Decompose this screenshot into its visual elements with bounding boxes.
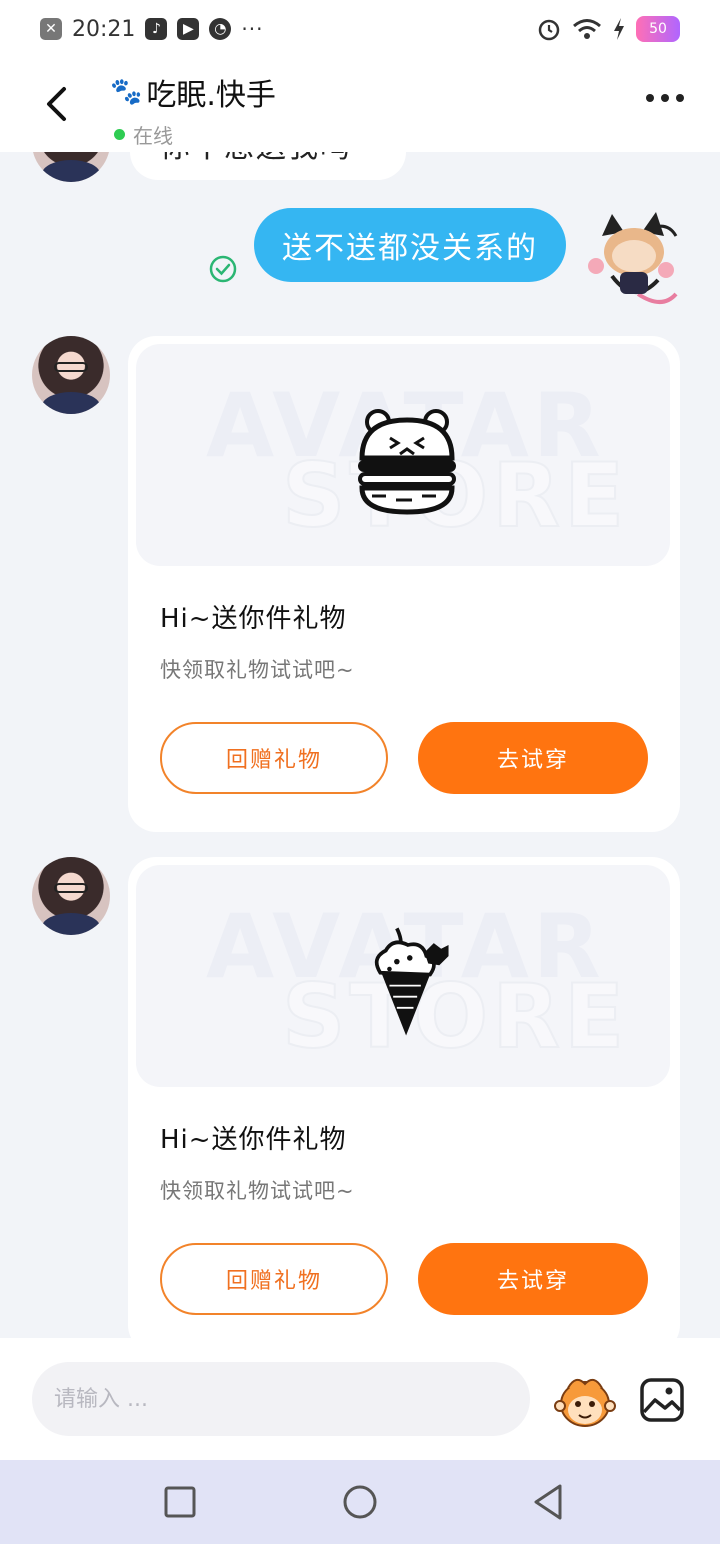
image-picker-icon[interactable]: [638, 1376, 686, 1424]
contact-name: 吃眠.快手: [146, 78, 276, 113]
gift-title: Hi~送你件礼物: [160, 604, 347, 634]
chat-messages[interactable]: 你不想送我吗 送不送都没关系的 AVATAR STORE: [0, 152, 720, 1338]
speed-icon: ◔: [209, 18, 232, 40]
close-notification-icon: ✕: [40, 18, 62, 40]
gift-preview: AVATAR STORE: [136, 344, 670, 566]
collar-shape: [42, 392, 100, 414]
try-on-button[interactable]: 去试穿: [418, 722, 648, 794]
gift-card[interactable]: AVATAR STORE Hi~送你件礼物 快领取礼物试试吧~ 回赠礼物 去试穿: [128, 857, 680, 1338]
more-options-button[interactable]: [646, 94, 684, 102]
home-icon[interactable]: [340, 1482, 380, 1522]
collar-shape: [42, 160, 100, 182]
contact-avatar[interactable]: [32, 857, 110, 935]
battery-icon: 50: [636, 16, 680, 42]
input-bar: [0, 1338, 720, 1460]
my-avatar[interactable]: [582, 206, 682, 310]
status-time: 20:21: [72, 16, 136, 42]
glasses-shape: [54, 883, 88, 893]
gift-title: Hi~送你件礼物: [160, 1125, 347, 1155]
gift-subtitle: 快领取礼物试试吧~: [160, 658, 355, 682]
dot-icon: [676, 94, 684, 102]
back-button[interactable]: [34, 80, 78, 128]
dot-icon: [646, 94, 654, 102]
message-text: 送不送都没关系的: [282, 231, 538, 266]
system-nav-bar: [0, 1460, 720, 1544]
gift-preview: AVATAR STORE: [136, 865, 670, 1087]
charging-icon: [614, 18, 624, 40]
contact-name-row: 🐾 吃眠.快手: [110, 70, 276, 114]
more-notifications-icon: ···: [241, 17, 264, 41]
recent-apps-icon[interactable]: [160, 1482, 200, 1522]
gift-subtitle: 快领取礼物试试吧~: [160, 1179, 355, 1203]
online-status-text: 在线: [133, 124, 173, 148]
gift-card[interactable]: AVATAR STORE Hi~送你件礼物 快领取礼物试试吧~ 回赠礼物 去试穿: [128, 336, 680, 832]
contact-avatar[interactable]: [32, 152, 110, 182]
back-triangle-icon[interactable]: [528, 1482, 568, 1522]
contact-info[interactable]: 🐾 吃眠.快手 在线: [110, 70, 276, 149]
message-input[interactable]: [32, 1362, 530, 1436]
try-on-button[interactable]: 去试穿: [418, 1243, 648, 1315]
wifi-icon: [573, 19, 601, 39]
glasses-shape: [54, 362, 88, 372]
ice-cream-icon: [374, 927, 449, 1036]
contact-avatar[interactable]: [32, 336, 110, 414]
video-play-icon: ▶: [177, 18, 200, 40]
status-bar: ✕ 20:21 ♪ ▶ ◔ ··· 50: [0, 0, 720, 58]
message-bubble-incoming[interactable]: 你不想送我吗: [130, 152, 406, 180]
status-right: 50: [536, 16, 680, 42]
emoji-monkey-icon[interactable]: [554, 1370, 616, 1432]
paw-icon: 🐾: [110, 77, 143, 107]
burger-icon: [358, 409, 456, 515]
online-status: 在线: [114, 120, 276, 149]
tiktok-icon: ♪: [145, 18, 168, 40]
chevron-left-icon: [47, 87, 66, 121]
return-gift-button[interactable]: 回赠礼物: [160, 1243, 388, 1315]
return-gift-button[interactable]: 回赠礼物: [160, 722, 388, 794]
read-check-icon: [209, 255, 237, 283]
collar-shape: [42, 913, 100, 935]
message-text: 你不想送我吗: [160, 152, 352, 166]
alarm-icon: [538, 19, 560, 41]
chat-header: 🐾 吃眠.快手 在线: [0, 58, 720, 152]
dot-icon: [661, 94, 669, 102]
online-dot-icon: [114, 129, 125, 140]
status-left: ✕ 20:21 ♪ ▶ ◔ ···: [40, 17, 263, 42]
message-bubble-outgoing[interactable]: 送不送都没关系的: [254, 208, 566, 282]
